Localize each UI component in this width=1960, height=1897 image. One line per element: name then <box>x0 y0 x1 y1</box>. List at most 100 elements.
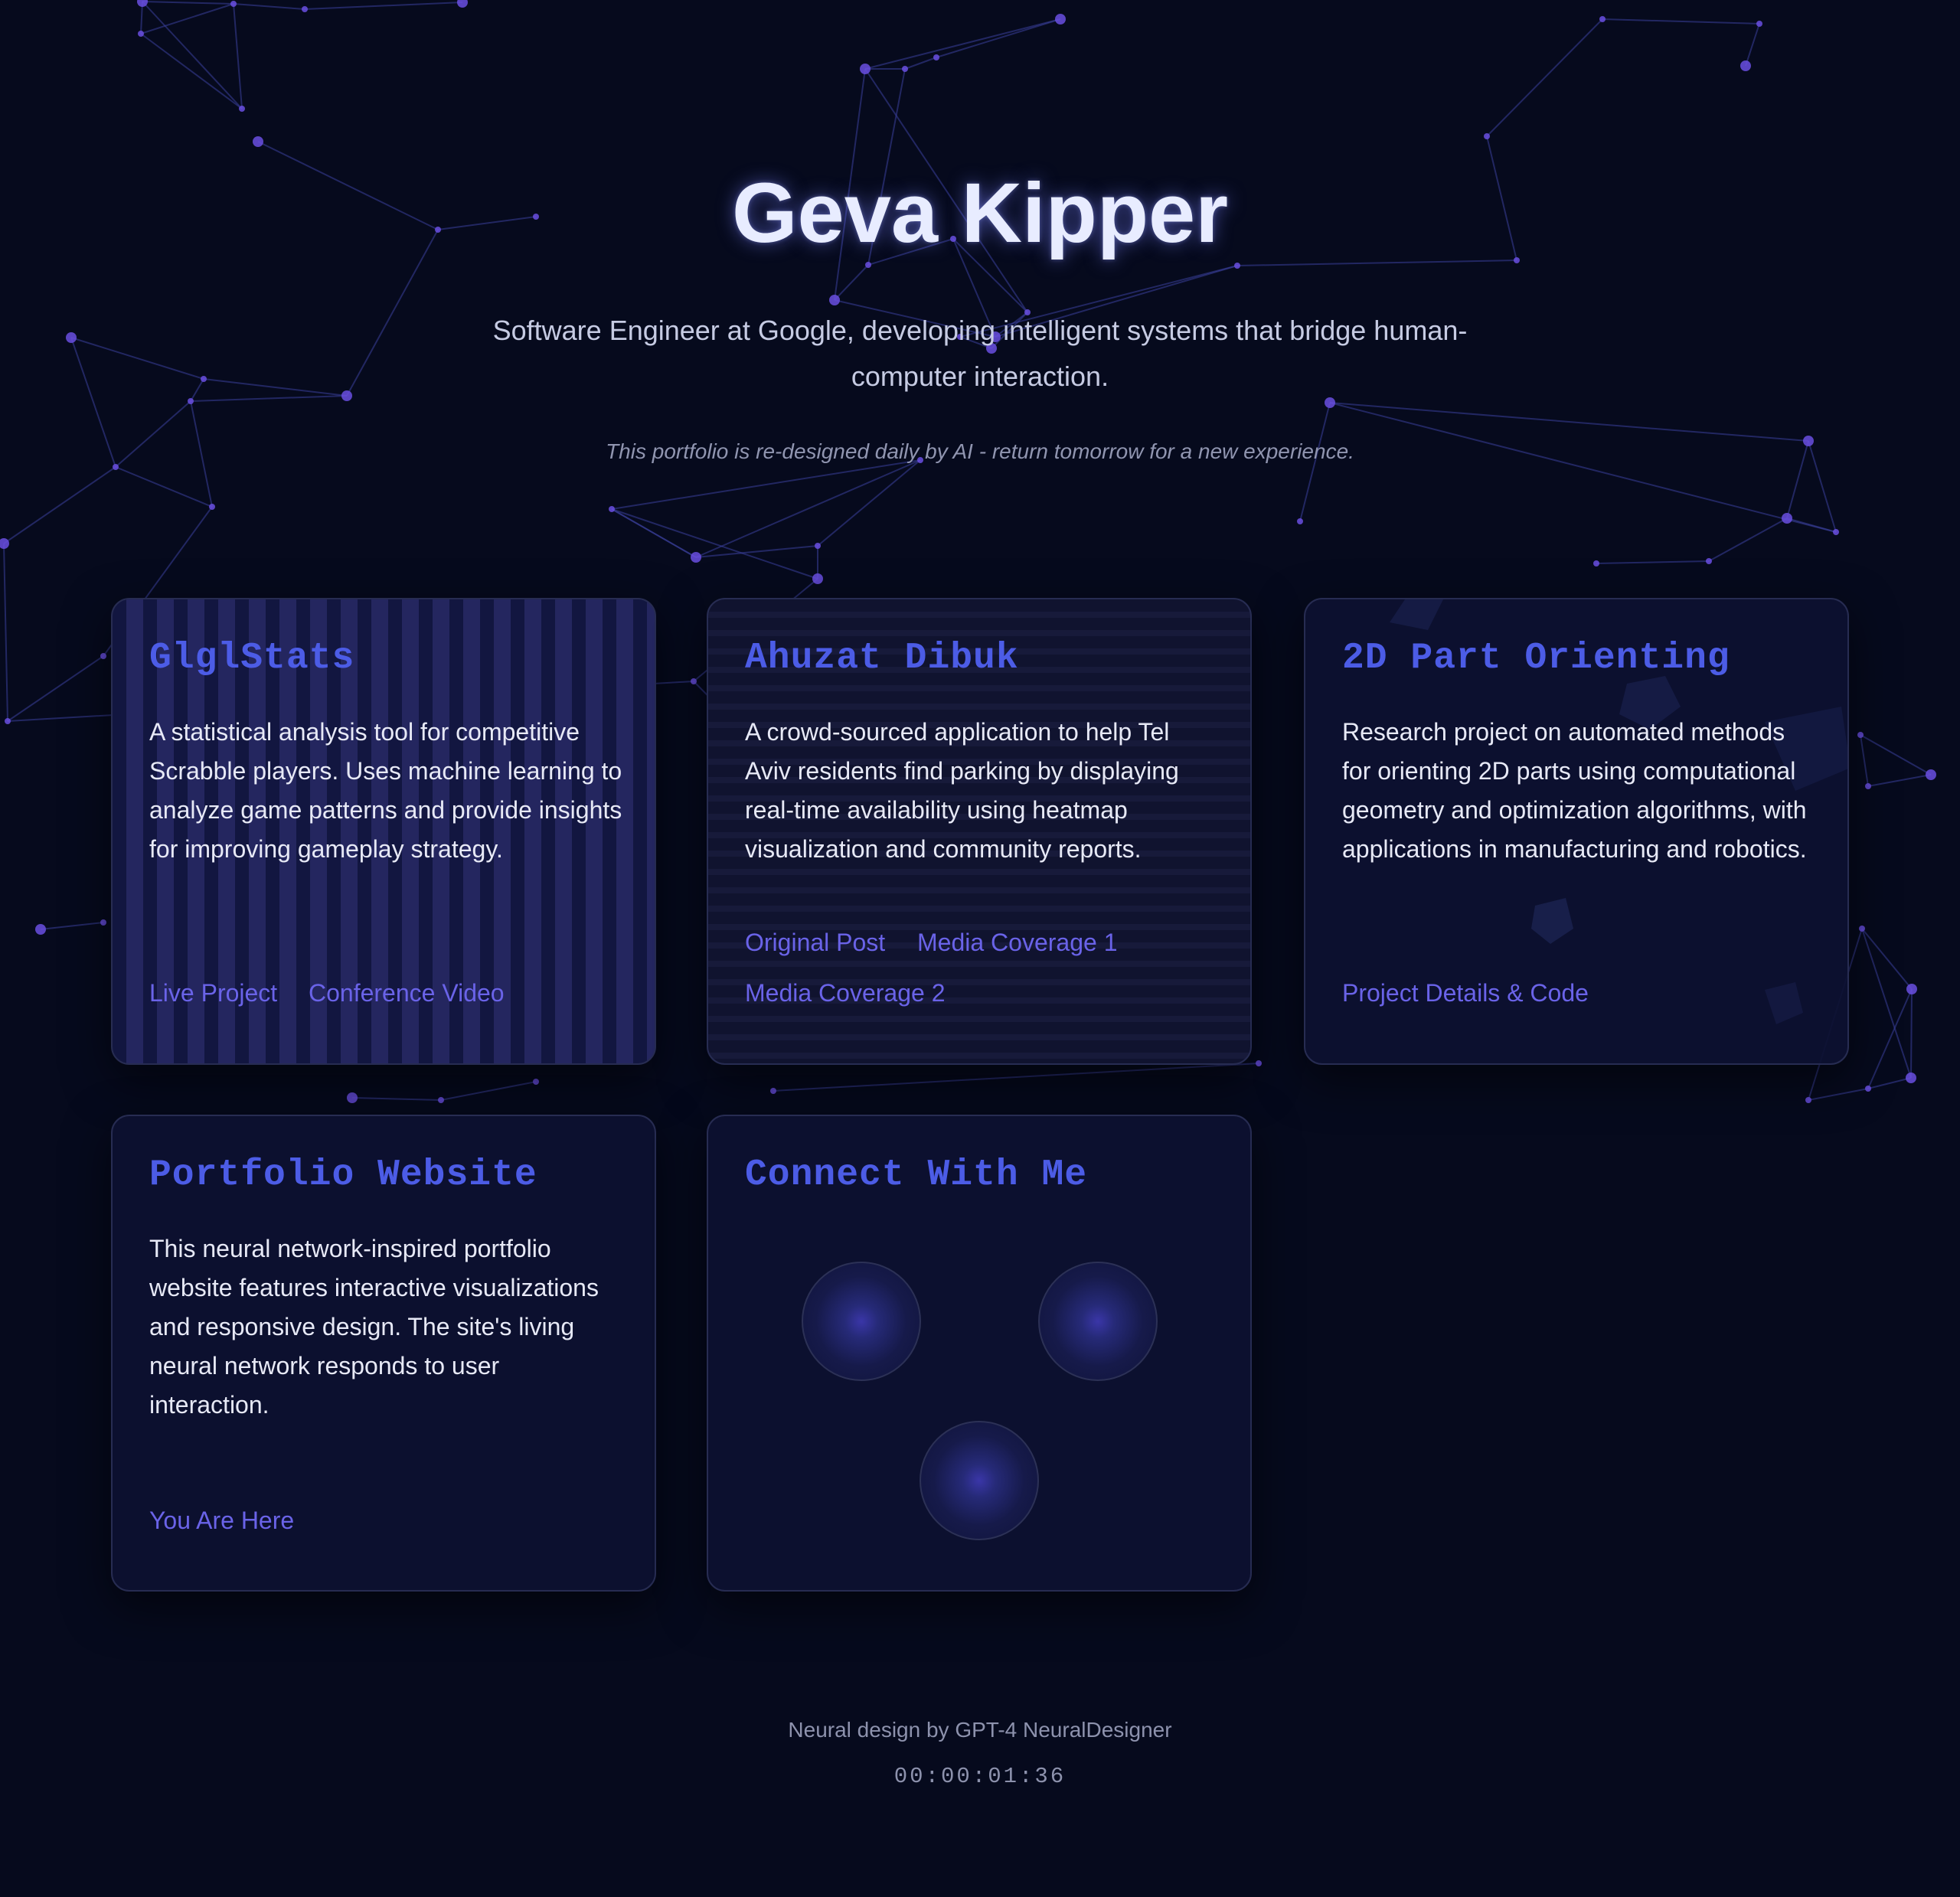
network-node <box>933 54 939 60</box>
social-orb-2[interactable] <box>1038 1262 1158 1381</box>
network-node <box>691 552 701 563</box>
network-node <box>209 504 215 510</box>
network-node <box>533 1079 539 1085</box>
connect-title: Connect With Me <box>745 1154 1088 1196</box>
network-node <box>1926 769 1936 780</box>
network-node <box>1234 263 1240 269</box>
network-edge <box>351 1097 442 1101</box>
network-edge <box>1867 1077 1912 1089</box>
network-edge <box>142 1 234 5</box>
network-node <box>829 295 840 305</box>
network-edge <box>40 922 104 930</box>
network-node <box>1740 60 1751 71</box>
original-post-link[interactable]: Original Post <box>745 929 885 957</box>
page-title: Geva Kipper <box>731 166 1229 260</box>
network-edge <box>936 18 1061 58</box>
live-project-link[interactable]: Live Project <box>149 979 277 1007</box>
network-edge <box>1596 560 1710 564</box>
network-node <box>438 1097 444 1103</box>
network-node <box>860 64 871 74</box>
network-edge <box>1861 928 1912 1079</box>
network-node <box>1906 1073 1916 1083</box>
network-node <box>188 398 194 404</box>
network-node <box>1859 926 1865 932</box>
network-node <box>253 136 263 147</box>
network-edge <box>1602 18 1760 24</box>
network-node <box>457 0 468 8</box>
project-title: 2D Part Orienting <box>1342 638 1730 679</box>
network-node <box>347 1092 358 1103</box>
project-description: This neural network-inspired portfolio w… <box>149 1235 599 1419</box>
footer-credit: Neural design by GPT-4 NeuralDesigner <box>788 1718 1172 1742</box>
network-node <box>113 464 119 470</box>
network-node <box>138 31 144 37</box>
network-edge <box>1910 988 1913 1079</box>
hero-subtitle: Software Engineer at Google, developing … <box>492 315 1468 392</box>
network-edge <box>304 2 463 10</box>
network-node <box>902 66 908 72</box>
network-node <box>1599 16 1606 22</box>
project-card-glglstats: GlglStats A statistical analysis tool fo… <box>111 598 656 1065</box>
network-node <box>865 262 871 268</box>
project-title: Portfolio Website <box>149 1154 537 1196</box>
network-edge <box>1861 928 1913 990</box>
redesign-note: This portfolio is re-designed daily by A… <box>606 439 1354 463</box>
network-edge <box>233 3 305 10</box>
network-edge <box>3 543 8 722</box>
network-node <box>1865 783 1871 789</box>
project-card-portfolio-website: Portfolio Website This neural network-in… <box>111 1115 656 1592</box>
network-node <box>341 390 352 401</box>
network-edge <box>1867 774 1932 787</box>
network-edge <box>773 1063 1259 1092</box>
project-description: A crowd-sourced application to help Tel … <box>745 718 1179 863</box>
network-node <box>815 543 821 549</box>
network-edge <box>190 395 348 402</box>
network-edge <box>7 655 104 722</box>
network-node <box>1297 518 1303 524</box>
network-edge <box>140 33 243 109</box>
social-orb-1[interactable] <box>802 1262 921 1381</box>
network-edge <box>140 3 234 34</box>
network-node <box>1833 529 1839 535</box>
project-title: GlglStats <box>149 638 355 679</box>
network-edge <box>817 459 921 547</box>
network-node <box>609 506 615 512</box>
network-edge <box>70 337 204 380</box>
network-edge <box>611 459 921 510</box>
media-coverage-1-link[interactable]: Media Coverage 1 <box>917 929 1117 957</box>
network-edge <box>1867 988 1913 1089</box>
network-edge <box>115 466 213 508</box>
media-coverage-2-link[interactable]: Media Coverage 2 <box>745 979 945 1007</box>
network-edge <box>695 545 818 558</box>
connect-card: Connect With Me <box>707 1115 1252 1592</box>
footer-timer: 00:00:01:36 <box>893 1764 1067 1789</box>
network-edge <box>1745 23 1760 67</box>
network-node <box>1782 513 1792 524</box>
network-edge <box>1329 402 1837 533</box>
network-edge <box>904 57 937 70</box>
conference-video-link[interactable]: Conference Video <box>309 979 505 1007</box>
network-edge <box>1708 518 1788 562</box>
network-node <box>770 1088 776 1094</box>
network-node <box>100 919 106 926</box>
network-node <box>1593 560 1599 566</box>
network-node <box>1706 558 1712 564</box>
social-orb-3[interactable] <box>920 1421 1039 1540</box>
project-description: Research project on automated methods fo… <box>1342 718 1807 863</box>
network-node <box>239 106 245 112</box>
project-description: A statistical analysis tool for competit… <box>149 718 622 863</box>
network-node <box>1865 1086 1871 1092</box>
you-are-here-link[interactable]: You Are Here <box>149 1507 294 1535</box>
network-node <box>812 573 823 584</box>
project-card-2d-part-orienting: 2D Part Orienting Research project on au… <box>1304 598 1849 1065</box>
network-node <box>1857 732 1864 738</box>
network-node <box>302 6 308 12</box>
project-details-code-link[interactable]: Project Details & Code <box>1342 979 1589 1007</box>
network-node <box>35 924 46 935</box>
network-node <box>230 1 237 7</box>
network-node <box>66 332 77 343</box>
network-node <box>5 718 11 724</box>
network-node <box>1906 984 1917 994</box>
network-node <box>1055 14 1066 24</box>
network-edge <box>695 459 921 558</box>
